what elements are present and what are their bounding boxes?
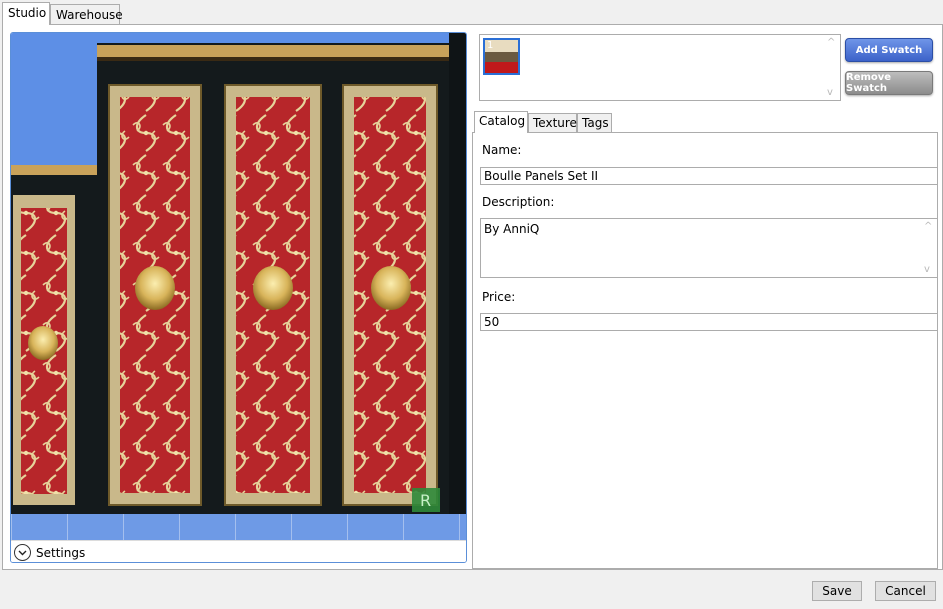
swatch-index: 1	[487, 40, 494, 51]
scroll-up-icon[interactable]: ^	[827, 37, 835, 48]
description-text: By AnniQ	[484, 222, 540, 236]
settings-expander[interactable]: Settings	[11, 540, 466, 562]
add-swatch-button[interactable]: Add Swatch	[845, 38, 933, 62]
floor	[11, 514, 466, 540]
scroll-down-icon[interactable]: v	[924, 264, 930, 275]
catalog-panel: Name: Boulle Panels Set II Description: …	[472, 132, 938, 569]
price-field[interactable]: 50	[480, 313, 938, 331]
description-scrollbar[interactable]: ^ v	[920, 219, 937, 277]
tab-texture[interactable]: Texture	[528, 113, 577, 133]
name-field[interactable]: Boulle Panels Set II	[480, 167, 938, 185]
studio-content: R Settings 1 ^ v Add Swatch Remove Swatc…	[2, 24, 943, 570]
scroll-down-icon[interactable]: v	[827, 87, 833, 98]
save-button[interactable]: Save	[812, 581, 862, 601]
tab-catalog[interactable]: Catalog	[474, 111, 528, 133]
name-label: Name:	[482, 143, 522, 157]
swatch-item[interactable]: 1	[483, 38, 520, 75]
remove-swatch-button[interactable]: Remove Swatch	[845, 71, 933, 95]
price-label: Price:	[482, 290, 516, 304]
swatch-scrollbar[interactable]: ^ v	[823, 35, 840, 100]
description-field[interactable]: By AnniQ ^ v	[480, 218, 938, 278]
chevron-down-icon[interactable]	[14, 544, 31, 561]
tab-warehouse[interactable]: Warehouse	[50, 4, 123, 25]
settings-label: Settings	[36, 546, 86, 560]
preview-panel[interactable]: R Settings	[10, 32, 467, 563]
wall-main	[97, 33, 466, 514]
wall-left	[11, 165, 97, 514]
scroll-up-icon[interactable]: ^	[924, 221, 932, 232]
tab-studio[interactable]: Studio	[2, 2, 50, 25]
top-tab-bar: Studio Warehouse	[0, 0, 943, 25]
watermark-logo: R	[412, 488, 440, 512]
cancel-button[interactable]: Cancel	[875, 581, 936, 601]
preview-scene[interactable]: R	[11, 33, 466, 540]
tab-tags[interactable]: Tags	[577, 113, 612, 133]
svg-text:R: R	[420, 491, 431, 510]
swatch-list[interactable]: 1 ^ v	[479, 34, 841, 101]
description-label: Description:	[482, 195, 555, 209]
